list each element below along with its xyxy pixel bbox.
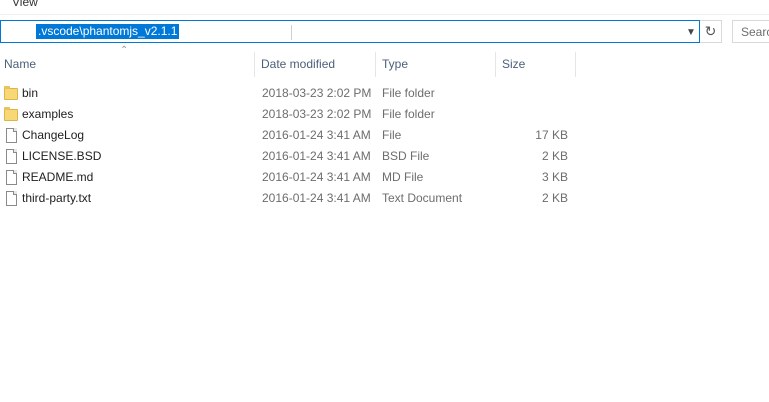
file-row-readme[interactable]: README.md 2016-01-24 3:41 AM MD File 3 K… — [0, 167, 769, 188]
text-caret — [291, 25, 292, 40]
refresh-button[interactable]: ↻ — [700, 20, 722, 43]
column-header-size[interactable]: Size — [496, 52, 576, 77]
file-row-changelog[interactable]: ChangeLog 2016-01-24 3:41 AM File 17 KB — [0, 125, 769, 146]
file-date: 2016-01-24 3:41 AM — [262, 191, 371, 205]
file-icon — [3, 148, 19, 164]
file-name: bin — [22, 86, 39, 100]
file-date: 2018-03-23 2:02 PM — [262, 86, 372, 100]
column-header-row: Name Date modified Type Size — [0, 52, 769, 77]
file-type: BSD File — [382, 149, 430, 163]
file-icon — [3, 169, 19, 185]
folder-icon — [3, 106, 19, 122]
file-type: MD File — [382, 170, 424, 184]
folder-icon — [3, 85, 19, 101]
file-type: File — [382, 128, 402, 142]
menu-bar: View — [0, 0, 769, 15]
chevron-down-icon[interactable]: ▼ — [683, 23, 699, 41]
file-type: File folder — [382, 107, 435, 121]
file-name: examples — [22, 107, 74, 121]
address-bar[interactable]: .vscode\phantomjs_v2.1.1 ▼ — [0, 20, 700, 43]
refresh-icon: ↻ — [704, 23, 717, 39]
file-type: File folder — [382, 86, 435, 100]
column-header-date-modified[interactable]: Date modified — [255, 52, 376, 77]
file-date: 2016-01-24 3:41 AM — [262, 128, 371, 142]
file-date: 2018-03-23 2:02 PM — [262, 107, 372, 121]
file-size — [496, 83, 568, 104]
file-name: third-party.txt — [22, 191, 92, 205]
column-header-type[interactable]: Type — [376, 52, 496, 77]
file-size: 17 KB — [535, 128, 568, 142]
file-name: README.md — [22, 170, 94, 184]
file-row-bin[interactable]: bin 2018-03-23 2:02 PM File folder — [0, 83, 769, 104]
file-name: LICENSE.BSD — [22, 149, 102, 163]
file-row-third-party[interactable]: third-party.txt 2016-01-24 3:41 AM Text … — [0, 188, 769, 209]
search-input[interactable]: Searc — [732, 20, 769, 43]
file-size: 2 KB — [541, 191, 568, 205]
file-name: ChangeLog — [22, 128, 85, 142]
file-date: 2016-01-24 3:41 AM — [262, 170, 371, 184]
file-date: 2016-01-24 3:41 AM — [262, 149, 371, 163]
file-icon — [3, 127, 19, 143]
file-icon — [3, 190, 19, 206]
file-size: 3 KB — [541, 170, 568, 184]
address-path[interactable]: .vscode\phantomjs_v2.1.1 — [36, 24, 180, 39]
search-placeholder: Searc — [741, 25, 769, 39]
file-row-license[interactable]: LICENSE.BSD 2016-01-24 3:41 AM BSD File … — [0, 146, 769, 167]
column-header-name[interactable]: Name — [0, 52, 255, 77]
menu-view[interactable]: View — [12, 0, 38, 9]
file-list: bin 2018-03-23 2:02 PM File folder examp… — [0, 83, 769, 209]
file-type: Text Document — [382, 191, 463, 205]
file-size — [496, 104, 568, 125]
file-size: 2 KB — [541, 149, 568, 163]
file-row-examples[interactable]: examples 2018-03-23 2:02 PM File folder — [0, 104, 769, 125]
